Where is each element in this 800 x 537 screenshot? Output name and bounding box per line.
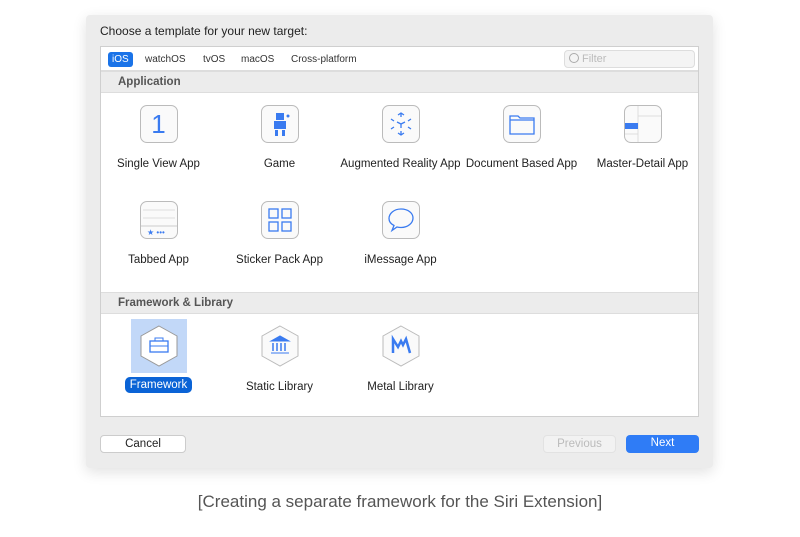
template-metal-library[interactable]: Metal Library [340,319,461,394]
folder-icon [502,105,541,143]
tab-macos[interactable]: macOS [237,52,278,67]
filter-input[interactable]: Filter [564,50,695,68]
next-button[interactable]: Next [626,435,699,453]
ar-icon [381,105,420,143]
metal-icon [382,325,419,367]
template-sticker-pack-app[interactable]: Sticker Pack App [219,201,340,267]
tab-watchos[interactable]: watchOS [141,52,190,67]
previous-button[interactable]: Previous [543,435,616,453]
dialog-title: Choose a template for your new target: [100,24,308,38]
single-view-icon: 1 [139,105,178,143]
svg-text:★ •••: ★ ••• [147,228,165,237]
template-label: Tabbed App [128,254,189,266]
filter-icon [569,53,579,63]
sticker-grid-icon [260,201,299,239]
template-label: Document Based App [465,158,578,170]
master-detail-icon [623,105,662,143]
tab-tvos[interactable]: tvOS [199,52,229,67]
framework-icon [140,325,177,367]
template-label: Static Library [245,381,314,393]
selection-highlight [130,319,187,373]
template-label: Augmented Reality App [340,158,461,170]
template-panel: iOS watchOS tvOS macOS Cross-platform Fi… [100,46,699,417]
template-augmented-reality-app[interactable]: Augmented Reality App [340,105,461,171]
tab-cross-platform[interactable]: Cross-platform [287,52,361,67]
template-master-detail-app[interactable]: Master-Detail App [582,105,703,171]
single-view-glyph: 1 [151,108,166,139]
template-label: Master-Detail App [596,158,689,170]
filter-placeholder: Filter [582,53,607,65]
template-single-view-app[interactable]: 1 Single View App [98,105,219,171]
section-application: Application [101,71,698,93]
tabbed-icon: ★ ••• [139,201,178,239]
template-tabbed-app[interactable]: ★ ••• Tabbed App [98,201,219,267]
template-label: Sticker Pack App [236,254,323,266]
template-framework[interactable]: Framework [98,319,219,393]
template-game[interactable]: Game [219,105,340,171]
template-label: iMessage App [364,254,437,266]
tab-ios[interactable]: iOS [108,52,133,67]
template-label: Metal Library [367,381,434,393]
message-bubble-icon [381,201,420,239]
template-label: Framework [124,377,193,393]
template-label: Game [263,158,296,170]
caption: [Creating a separate framework for the S… [197,492,603,511]
template-label: Single View App [117,158,200,170]
cancel-button[interactable]: Cancel [100,435,186,453]
template-dialog: Choose a template for your new target: i… [86,15,713,468]
template-static-library[interactable]: Static Library [219,319,340,394]
platform-tabs: iOS watchOS tvOS macOS Cross-platform Fi… [101,47,698,71]
template-imessage-app[interactable]: iMessage App [340,201,461,267]
template-document-based-app[interactable]: Document Based App [461,105,582,171]
section-framework-library: Framework & Library [101,292,698,314]
library-building-icon [261,325,298,367]
game-icon [260,105,299,143]
